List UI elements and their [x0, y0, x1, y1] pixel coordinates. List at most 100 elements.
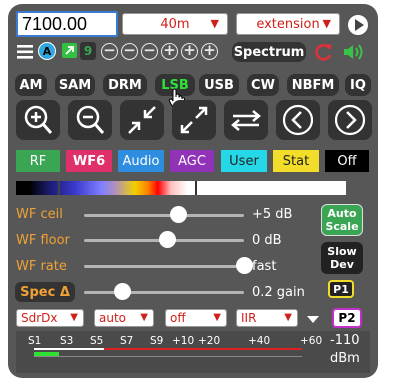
menu-icon[interactable]: [17, 44, 33, 59]
wf-ceil-label: WF ceil: [16, 207, 63, 222]
chevron-down-icon: ▼: [284, 312, 292, 323]
mode-iq-button[interactable]: IQ: [345, 74, 371, 96]
zoom-out-button[interactable]: [68, 100, 112, 140]
plus-small-icon[interactable]: +: [161, 43, 178, 60]
s-meter-tick: +10: [172, 335, 195, 347]
zoom-in-icon: [24, 105, 53, 134]
chevron-left-icon: [282, 104, 314, 136]
tab-audio[interactable]: Audio: [118, 150, 164, 172]
spec-value: 0.2 gain: [252, 285, 305, 300]
interp-select[interactable]: off ▼: [165, 309, 227, 327]
mode-sam-button[interactable]: SAM: [55, 74, 95, 96]
colormap-select-value: SdrDx: [21, 311, 58, 325]
preset-p2-button[interactable]: P2: [332, 308, 362, 328]
preset-p1-button[interactable]: P1: [328, 280, 354, 298]
chevron-down-icon: ▼: [213, 312, 221, 323]
wf-rate-slider-thumb[interactable]: [235, 257, 253, 274]
tab-off[interactable]: Off: [325, 150, 369, 172]
external-link-icon[interactable]: [62, 43, 77, 58]
s-meter-tick: S5: [90, 335, 104, 347]
wf-rate-label: WF rate: [16, 259, 67, 274]
volume-icon[interactable]: [342, 42, 366, 62]
extension-select-value: extension: [256, 16, 320, 32]
filter-select[interactable]: IIR ▼: [236, 309, 298, 327]
wf-floor-slider-thumb[interactable]: [158, 231, 176, 248]
waterfall-colormap[interactable]: [16, 181, 346, 195]
swap-button[interactable]: [224, 100, 268, 140]
s-meter-tick: S3: [60, 335, 74, 347]
band-select-value: 40m: [160, 16, 190, 32]
slow-dev-button[interactable]: Slow Dev: [321, 242, 363, 274]
filter-select-value: IIR: [241, 311, 257, 325]
wf-ceil-value: +5 dB: [252, 207, 293, 222]
mode-cw-button[interactable]: CW: [247, 74, 279, 96]
play-button[interactable]: [346, 13, 370, 37]
zoom-in-button[interactable]: [16, 100, 60, 140]
minus-small-icon[interactable]: −: [141, 43, 158, 60]
chevron-down-icon: ▼: [322, 17, 331, 30]
frequency-input[interactable]: [16, 11, 118, 37]
wf-floor-value: 0 dB: [252, 233, 282, 248]
s-meter-tick: S9: [150, 335, 164, 347]
colormap-select[interactable]: SdrDx ▼: [16, 309, 84, 327]
compress-icon: [128, 106, 156, 134]
wf-rate-track[interactable]: [84, 265, 244, 268]
tab-user[interactable]: User: [221, 150, 267, 172]
s-meter-tick: S1: [28, 335, 42, 347]
mode-drm-button[interactable]: DRM: [103, 74, 147, 96]
tab-rf[interactable]: RF: [16, 150, 60, 172]
zoom-in-max-icon[interactable]: +: [201, 43, 218, 60]
s-meter: S1 S3 S5 S7 S9 +10 +20 +40 +60 -110 dBm: [16, 331, 370, 373]
s-meter-tick: +60: [300, 335, 323, 347]
s-meter-tick: +40: [248, 335, 271, 347]
chevron-right-icon: [334, 104, 366, 136]
auto-scale-button[interactable]: Auto Scale: [321, 204, 363, 236]
nine-indicator: 9: [80, 42, 96, 60]
refresh-icon[interactable]: [314, 42, 334, 62]
wf-ceil-slider-thumb[interactable]: [169, 206, 187, 223]
s-meter-scale: [34, 348, 302, 350]
play-icon: [355, 19, 364, 31]
aperture-select[interactable]: auto ▼: [94, 309, 154, 327]
zoom-out-icon: [76, 105, 105, 134]
s-meter-tick: +20: [198, 335, 221, 347]
colormap-max-marker[interactable]: [195, 181, 197, 195]
spec-track[interactable]: [84, 291, 244, 294]
swap-arrows-icon: [231, 110, 261, 131]
wf-ceil-track[interactable]: [84, 214, 244, 217]
expand-button[interactable]: [172, 100, 216, 140]
mode-usb-button[interactable]: USB: [199, 74, 239, 96]
extension-select[interactable]: extension ▼: [236, 13, 340, 35]
wf-rate-value: fast: [252, 259, 277, 274]
chevron-down-icon: ▼: [140, 312, 148, 323]
plus-step-icon[interactable]: +: [181, 43, 198, 60]
a-badge[interactable]: A: [38, 42, 56, 60]
step-right-button[interactable]: [328, 100, 372, 140]
tab-stat[interactable]: Stat: [273, 150, 319, 172]
zoom-out-max-icon[interactable]: −: [101, 43, 118, 60]
control-panel: 40m ▼ extension ▼ A 9 − − − + + + Spectr…: [8, 4, 378, 378]
mode-nbfm-button[interactable]: NBFM: [287, 74, 339, 96]
step-left-button[interactable]: [276, 100, 320, 140]
tab-wf[interactable]: WF6: [66, 150, 112, 172]
colormap-min-marker[interactable]: [58, 181, 60, 195]
chevron-down-icon: ▼: [210, 17, 219, 30]
compress-button[interactable]: [120, 100, 164, 140]
mode-am-button[interactable]: AM: [15, 74, 47, 96]
minus-step-icon[interactable]: −: [121, 43, 138, 60]
spec-slider-thumb[interactable]: [113, 283, 131, 300]
chevron-down-icon: ▼: [70, 312, 78, 323]
interp-select-value: off: [170, 311, 186, 325]
s-meter-unit: dBm: [330, 351, 360, 366]
band-select[interactable]: 40m ▼: [122, 13, 228, 35]
aperture-select-value: auto: [99, 311, 127, 325]
wf-floor-label: WF floor: [16, 233, 70, 248]
tab-agc[interactable]: AGC: [170, 150, 214, 172]
s-meter-track: [34, 352, 302, 357]
spectrum-button[interactable]: Spectrum: [232, 42, 306, 62]
s-meter-tick: S7: [120, 335, 134, 347]
spec-delta-button[interactable]: Spec Δ: [15, 282, 75, 302]
triangle-down-icon[interactable]: [306, 311, 320, 325]
expand-icon: [180, 106, 208, 134]
s-meter-reading: -110: [330, 333, 360, 348]
